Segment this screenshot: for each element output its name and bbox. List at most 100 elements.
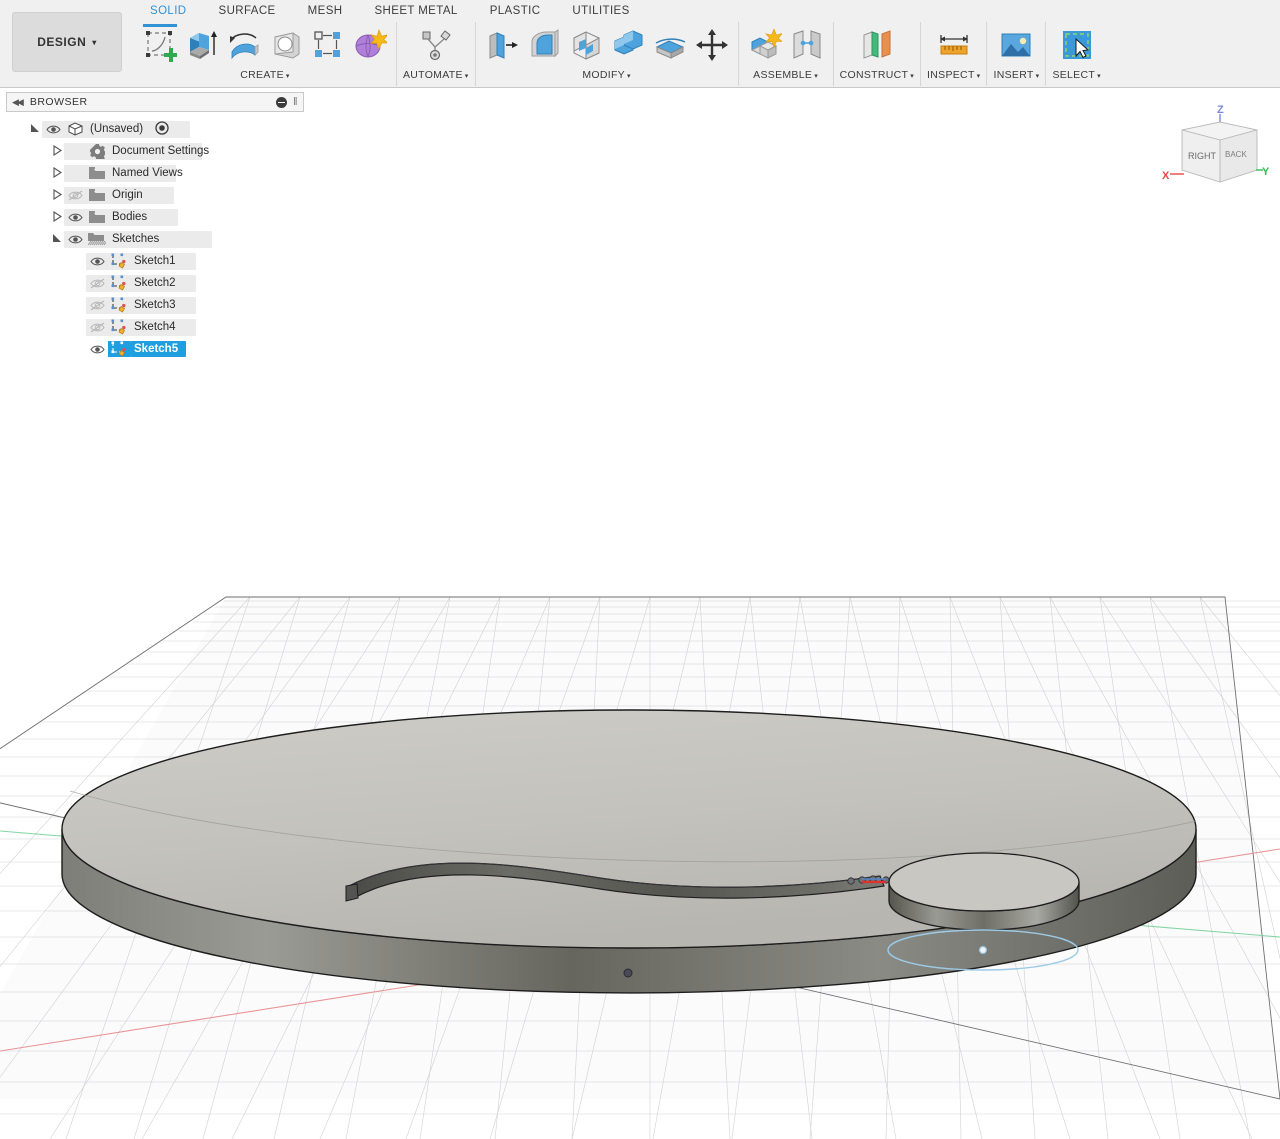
browser-item-label: Sketch5 [130,341,187,357]
automate-icon[interactable] [416,24,456,66]
sketch-icon [108,297,130,313]
pattern-icon[interactable] [308,24,348,66]
expand-arrow-open-icon[interactable] [50,233,64,246]
insert-image-icon[interactable] [996,24,1036,66]
ribbon-group-construct: CONSTRUCT ▾ [834,22,922,86]
ribbon-group-label-text: INSERT [993,69,1034,81]
ribbon-tab-surface[interactable]: SURFACE [203,0,292,22]
browser-tree: (Unsaved) Document Settings Named Views Ori… [6,112,304,360]
ribbon-group-label-insert[interactable]: INSERT ▾ [993,68,1039,84]
ribbon-group-label-select[interactable]: SELECT ▾ [1052,68,1100,84]
ribbon-tabs: SOLID SURFACE MESH SHEET METAL PLASTIC UTILIT… [134,0,646,22]
ribbon-group-modify: MODIFY ▾ [476,22,739,86]
panel-resize-grip[interactable]: ‖ [293,96,298,108]
browser-item-label: (Unsaved) [90,123,144,135]
combine-icon[interactable] [608,24,648,66]
ribbon-group-label-text: CREATE [240,69,284,81]
eye-visible-icon[interactable] [86,344,108,355]
ribbon-tab-mesh[interactable]: MESH [292,0,359,22]
eye-hidden-icon[interactable] [86,300,108,311]
ribbon-group-label-text: SELECT [1052,69,1096,81]
chevron-down-icon: ▾ [814,73,819,80]
browser-item-unsaved[interactable]: (Unsaved) [6,118,304,140]
active-command-indicator [143,24,177,27]
browser-item-label: Document Settings [112,145,210,157]
ribbon-group-label-automate[interactable]: AUTOMATE ▾ [403,68,469,84]
browser-item-origin[interactable]: Origin [6,184,304,206]
model-boss-cylinder[interactable] [888,852,1080,931]
browser-item-named-views[interactable]: Named Views [6,162,304,184]
ribbon-tab-plastic[interactable]: PLASTIC [474,0,557,22]
browser-item-sketch5[interactable]: Sketch5 [6,338,304,360]
expand-arrow-closed-icon[interactable] [50,166,64,180]
ribbon-group-label-assemble[interactable]: ASSEMBLE ▾ [753,68,818,84]
origin-point[interactable] [623,968,633,978]
browser-item-document-settings[interactable]: Document Settings [6,140,304,162]
ribbon-group-inspect: INSPECT ▾ [921,22,988,86]
ribbon-group-label-modify[interactable]: MODIFY ▾ [582,68,630,84]
workspace-switcher-button[interactable]: DESIGN ▾ [12,12,122,72]
eye-visible-icon[interactable] [42,124,64,135]
expand-arrow-open-icon[interactable] [28,123,42,136]
browser-item-sketch1[interactable]: Sketch1 [6,250,304,272]
joint-icon[interactable] [787,24,827,66]
browser-item-sketches[interactable]: Sketches [6,228,304,250]
collapse-panel-icon[interactable]: ◀◀ [12,97,24,108]
browser-item-sketch2[interactable]: Sketch2 [6,272,304,294]
offset-plane-icon[interactable] [857,24,897,66]
measure-icon[interactable] [934,24,974,66]
extrude-icon[interactable] [182,24,222,66]
expand-arrow-closed-icon[interactable] [50,188,64,202]
fillet-icon[interactable] [524,24,564,66]
ribbon-group-select: SELECT ▾ [1046,22,1106,86]
browser-item-label: Bodies [112,211,148,223]
sweep-icon[interactable] [266,24,306,66]
new-component-icon[interactable] [745,24,785,66]
chevron-down-icon: ▾ [1097,73,1101,80]
ribbon-group-icons [1057,22,1097,68]
revolve-icon[interactable] [224,24,264,66]
create-sketch-icon[interactable] [140,24,180,66]
model-disc[interactable] [61,709,1197,994]
axis-x-label: X [1162,170,1170,182]
ribbon-tab-utilities[interactable]: UTILITIES [556,0,645,22]
create-form-icon[interactable] [350,24,390,66]
ribbon-group-insert: INSERT ▾ [987,22,1047,86]
split-face-icon[interactable] [650,24,690,66]
ribbon-tab-solid[interactable]: SOLID [134,0,203,22]
activate-component-radio[interactable] [155,120,169,138]
chevron-down-icon: ▾ [92,37,97,47]
eye-hidden-icon[interactable] [64,190,86,201]
eye-hidden-icon[interactable] [86,322,108,333]
ribbon-group-icons [857,22,897,68]
ribbon-tab-sheet-metal[interactable]: SHEET METAL [358,0,473,22]
browser-minus-button[interactable] [275,96,287,108]
press-pull-icon[interactable] [482,24,522,66]
browser-item-label: Sketch4 [134,321,176,333]
ribbon-group-label-inspect[interactable]: INSPECT ▾ [927,68,980,84]
ribbon-group-icons [482,22,732,68]
ribbon-group-label-construct[interactable]: CONSTRUCT ▾ [840,68,914,84]
eye-hidden-icon[interactable] [86,278,108,289]
move-copy-icon[interactable] [692,24,732,66]
ribbon-group-icons [934,22,974,68]
expand-arrow-closed-icon[interactable] [50,144,64,158]
eye-visible-icon[interactable] [64,212,86,223]
sketch-icon [108,341,130,357]
browser-item-sketch3[interactable]: Sketch3 [6,294,304,316]
browser-title: BROWSER [29,96,88,108]
eye-visible-icon[interactable] [86,256,108,267]
axis-y-label: Y [1262,166,1270,178]
browser-item-bodies[interactable]: Bodies [6,206,304,228]
ribbon-group-automate: AUTOMATE ▾ [397,22,476,86]
ribbon-group-label-text: ASSEMBLE [753,69,813,81]
folder-icon [86,166,108,180]
ribbon-group-label-create[interactable]: CREATE ▾ [240,68,289,84]
eye-visible-icon[interactable] [64,234,86,245]
view-cube[interactable]: Z RIGHT BACK X Y [1162,100,1272,196]
browser-item-sketch4[interactable]: Sketch4 [6,316,304,338]
select-window-icon[interactable] [1057,24,1097,66]
expand-arrow-closed-icon[interactable] [50,210,64,224]
shell-icon[interactable] [566,24,606,66]
ribbon-groups: CREATE ▾ AUTOMATE ▾ MODIFY ▾ ASSEMBLE ▾ … [134,22,1280,87]
